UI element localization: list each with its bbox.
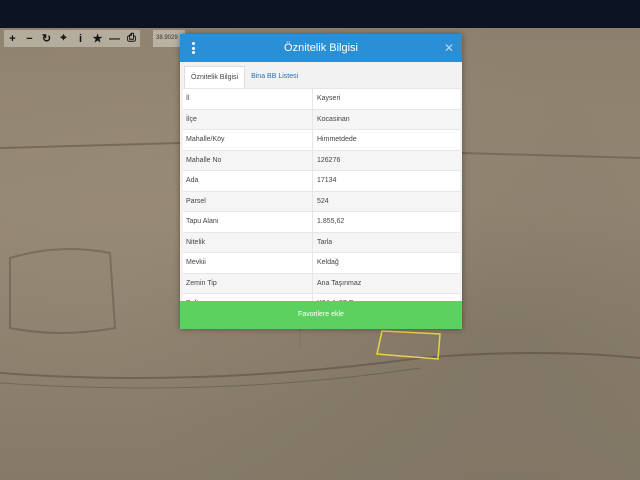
close-icon[interactable]: ✕	[444, 41, 454, 55]
table-row: Zemin Tip Ana Taşınmaz	[183, 272, 460, 293]
row-value: 524	[317, 197, 329, 205]
row-key: İlçe	[183, 109, 313, 129]
row-key: Mahalle/Köy	[183, 130, 313, 150]
dialog-title: Öznitelik Bilgisi	[284, 42, 358, 54]
info-icon[interactable]: i	[72, 30, 89, 47]
minus-icon[interactable]: −	[21, 30, 38, 47]
plus-icon[interactable]: +	[4, 30, 21, 47]
row-value: Himmetdede	[317, 136, 357, 143]
row-value: Kocasinan	[317, 115, 350, 123]
target-icon[interactable]: ⌖	[55, 30, 72, 47]
table-row: Mahalle No 126276	[183, 149, 460, 170]
tab-building-list[interactable]: Bina BB Listesi	[245, 66, 304, 88]
attribute-info-dialog: Öznitelik Bilgisi ✕ Öznitelik Bilgisi Bi…	[180, 34, 462, 329]
dialog-header: Öznitelik Bilgisi ✕	[180, 34, 462, 62]
row-key: Zemin Tip	[183, 273, 313, 293]
refresh-icon[interactable]: ↻	[38, 30, 55, 47]
table-row: Mahalle/Köy Himmetdede	[183, 129, 460, 150]
line-icon[interactable]: —	[106, 30, 123, 47]
row-value: 17134	[317, 177, 337, 184]
row-value: Ana Taşınmaz	[317, 279, 362, 287]
row-key: Ada	[183, 171, 313, 191]
row-value: 1.855,62	[317, 218, 345, 225]
table-row: Nitelik Tarla	[183, 231, 460, 252]
row-key: Mahalle No	[183, 150, 313, 170]
table-row: Parsel 524	[183, 190, 460, 211]
row-value: Tarla	[317, 238, 333, 246]
row-key: İl	[183, 89, 313, 109]
row-key: Parsel	[183, 191, 313, 211]
row-key: Nitelik	[183, 232, 313, 252]
table-row: Tapu Alanı 1.855,62	[183, 211, 460, 232]
parcel-outline[interactable]	[376, 330, 442, 360]
row-value: Keldağ	[317, 259, 339, 266]
top-bar	[0, 0, 640, 28]
table-row: İlçe Kocasinan	[183, 108, 460, 129]
print-icon[interactable]: ⎙	[123, 30, 140, 47]
attribute-table: İl Kayseri İlçe Kocasinan Mahalle/Köy Himme…	[183, 88, 460, 314]
row-key: Mevkii	[183, 253, 313, 273]
table-row: İl Kayseri	[183, 88, 460, 109]
dialog-tabs: Öznitelik Bilgisi Bina BB Listesi	[184, 66, 458, 89]
add-to-favorites-button[interactable]: Favorilere ekle	[180, 301, 462, 329]
star-icon[interactable]: ★	[89, 30, 106, 47]
table-row: Ada 17134	[183, 170, 460, 191]
row-key: Tapu Alanı	[183, 212, 313, 232]
map-toolbar: + − ↻ ⌖ i ★ — ⎙	[4, 30, 140, 47]
row-value: 126276	[317, 156, 341, 164]
table-row: Mevkii Keldağ	[183, 252, 460, 273]
row-value: Kayseri	[317, 95, 341, 102]
tab-attribute-info[interactable]: Öznitelik Bilgisi	[184, 66, 246, 88]
